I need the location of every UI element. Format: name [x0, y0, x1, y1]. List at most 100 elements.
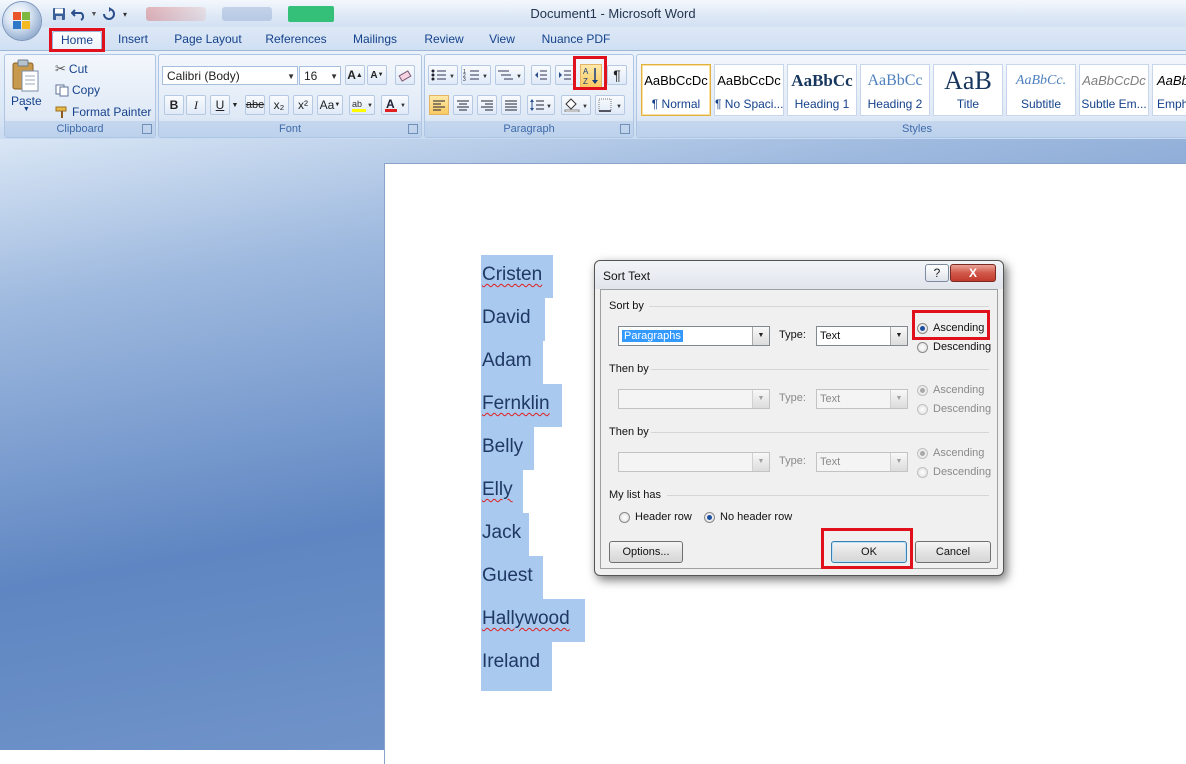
tab-nuance-pdf[interactable]: Nuance PDF: [536, 31, 616, 51]
tab-references[interactable]: References: [260, 31, 332, 51]
list-item[interactable]: Fernklin: [481, 384, 562, 427]
underline-dropdown-icon[interactable]: ▼: [230, 95, 240, 115]
subscript-button[interactable]: x₂: [269, 95, 289, 115]
header-row-radio[interactable]: [619, 512, 630, 523]
strikethrough-button[interactable]: abe: [245, 95, 265, 115]
style-emphasis[interactable]: AaBbCc Emph: [1152, 64, 1186, 116]
style-preview: AaBbCc: [867, 72, 923, 89]
chevron-down-icon: ▼: [334, 102, 341, 108]
options-button[interactable]: Options...: [609, 541, 683, 563]
bullets-button[interactable]: ▼: [428, 65, 458, 85]
tab-view[interactable]: View: [482, 31, 522, 51]
no-header-row-radio[interactable]: [704, 512, 715, 523]
list-item[interactable]: Belly: [481, 427, 534, 470]
list-item[interactable]: Ireland: [481, 642, 552, 691]
multilevel-list-button[interactable]: ▼: [495, 65, 525, 85]
shrink-font-button[interactable]: A ▼: [367, 65, 387, 85]
highlight-color-button[interactable]: ab ▼: [349, 95, 375, 115]
show-formatting-marks-button[interactable]: ¶: [607, 65, 627, 85]
tab-review[interactable]: Review: [418, 31, 470, 51]
style-subtle-emphasis[interactable]: AaBbCcDc Subtle Em...: [1079, 64, 1149, 116]
bold-button[interactable]: B: [164, 95, 184, 115]
then-by-select[interactable]: ▼: [618, 389, 770, 409]
style-title[interactable]: AaB Title: [933, 64, 1003, 116]
italic-button[interactable]: I: [186, 95, 206, 115]
list-item[interactable]: Guest: [481, 556, 543, 599]
paste-icon: [12, 59, 39, 92]
dialog-title: Sort Text: [603, 269, 651, 283]
help-button[interactable]: ?: [925, 264, 949, 282]
ascending-radio[interactable]: [917, 448, 928, 459]
font-name-value: Calibri (Body): [167, 69, 240, 83]
name-text: Elly: [482, 479, 513, 500]
font-color-button[interactable]: A ▼: [381, 95, 409, 115]
then-by-type-select[interactable]: Text ▼: [816, 452, 908, 472]
tab-mailings[interactable]: Mailings: [344, 31, 406, 51]
cancel-button[interactable]: Cancel: [915, 541, 991, 563]
grow-font-button[interactable]: A ▲: [345, 65, 365, 85]
align-right-icon: [481, 100, 493, 111]
shading-button[interactable]: ▼: [561, 95, 591, 115]
font-name-box[interactable]: Calibri (Body) ▼: [162, 66, 298, 85]
decrease-indent-button[interactable]: [531, 65, 551, 85]
superscript-button[interactable]: x²: [293, 95, 313, 115]
style-subtitle[interactable]: AaBbCc. Subtitle: [1006, 64, 1076, 116]
list-item[interactable]: Jack: [481, 513, 529, 556]
change-case-button[interactable]: Aa ▼: [317, 95, 343, 115]
descending-radio[interactable]: [917, 467, 928, 478]
close-button[interactable]: X: [950, 264, 996, 282]
header-row-label: Header row: [635, 511, 692, 523]
chevron-down-icon: ▼: [330, 72, 338, 81]
name-text: Jack: [482, 522, 522, 543]
font-size-box[interactable]: 16 ▼: [299, 66, 341, 85]
underline-button[interactable]: U: [210, 95, 230, 115]
cut-button[interactable]: ✂ Cut: [55, 61, 88, 77]
align-right-button[interactable]: [477, 95, 497, 115]
paste-button[interactable]: Paste ▼: [11, 59, 42, 113]
then-by-type-select[interactable]: Text ▼: [816, 389, 908, 409]
type-select[interactable]: Text ▼: [816, 326, 908, 346]
dialog-title-bar[interactable]: Sort Text ? X: [595, 261, 1003, 289]
style-normal[interactable]: AaBbCcDc ¶ Normal: [641, 64, 711, 116]
document-workspace: Cristen David Adam Fernklin Belly Elly J…: [0, 139, 1186, 764]
list-item[interactable]: David: [481, 298, 545, 341]
clear-formatting-button[interactable]: [395, 65, 415, 85]
align-center-button[interactable]: [453, 95, 473, 115]
list-item[interactable]: Adam: [481, 341, 543, 384]
format-painter-button[interactable]: Format Painter: [55, 105, 151, 119]
copy-icon: [55, 84, 69, 96]
highlight-box-ok-button: [821, 528, 913, 569]
list-item[interactable]: Hallywood: [481, 599, 585, 642]
chevron-down-icon: ▼: [752, 327, 769, 345]
increase-indent-button[interactable]: [555, 65, 575, 85]
style-heading-1[interactable]: AaBbCc Heading 1: [787, 64, 857, 116]
descending-radio[interactable]: [917, 404, 928, 415]
sort-by-value: Paragraphs: [622, 330, 683, 342]
then-by-select[interactable]: ▼: [618, 452, 770, 472]
line-spacing-button[interactable]: ▼: [527, 95, 555, 115]
office-button[interactable]: [3, 2, 41, 40]
tab-insert[interactable]: Insert: [110, 31, 156, 51]
style-heading-2[interactable]: AaBbCc Heading 2: [860, 64, 930, 116]
clipboard-dialog-launcher[interactable]: [142, 124, 152, 134]
type-label: Type:: [779, 455, 806, 467]
tab-page-layout[interactable]: Page Layout: [168, 31, 248, 51]
numbering-button[interactable]: 1 2 3 ▼: [461, 65, 491, 85]
title-bar: ▼ ▾ Document1 - Microsoft Word: [0, 0, 1186, 27]
style-no-spacing[interactable]: AaBbCcDc ¶ No Spaci...: [714, 64, 784, 116]
align-left-button[interactable]: [429, 95, 449, 115]
align-left-icon: [433, 100, 445, 111]
sort-by-select[interactable]: Paragraphs ▼: [618, 326, 770, 346]
font-dialog-launcher[interactable]: [408, 124, 418, 134]
ascending-radio[interactable]: [917, 385, 928, 396]
list-item[interactable]: Elly: [481, 470, 523, 513]
borders-icon: ▼: [598, 98, 622, 112]
copy-button[interactable]: Copy: [55, 83, 100, 97]
justify-button[interactable]: [501, 95, 521, 115]
list-item[interactable]: Cristen: [481, 255, 553, 298]
paragraph-dialog-launcher[interactable]: [620, 124, 630, 134]
bullets-icon: ▼: [431, 69, 455, 81]
svg-text:▼: ▼: [449, 74, 455, 80]
borders-button[interactable]: ▼: [595, 95, 625, 115]
descending-radio[interactable]: [917, 342, 928, 353]
